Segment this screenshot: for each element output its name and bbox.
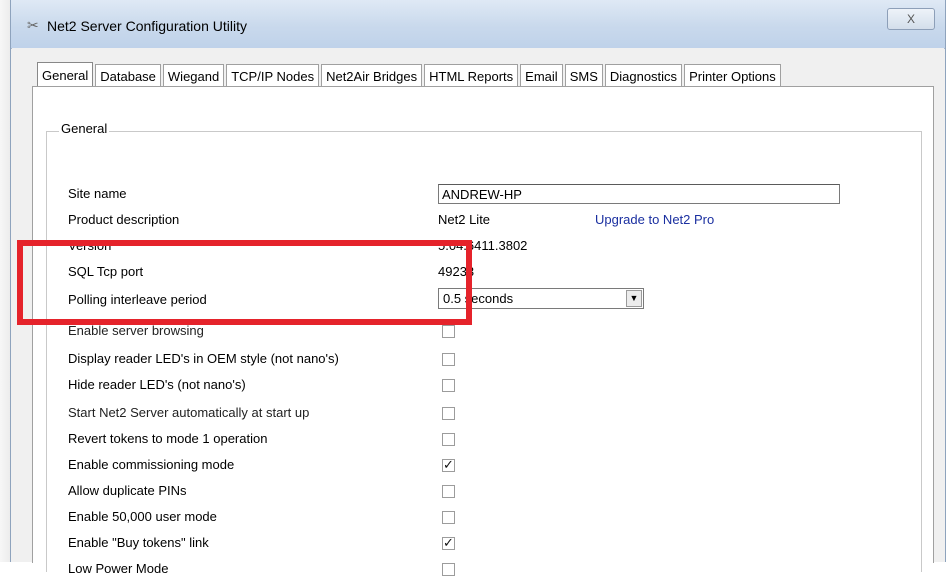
option-checkbox[interactable]	[442, 325, 455, 338]
close-button[interactable]: X	[887, 8, 935, 30]
tab-tcpip-nodes[interactable]: TCP/IP Nodes	[226, 64, 320, 87]
option-checkbox[interactable]	[442, 433, 455, 446]
red-highlight-box	[17, 240, 472, 325]
tab-html-reports[interactable]: HTML Reports	[424, 64, 519, 87]
option-checkbox[interactable]	[442, 407, 455, 420]
option-label: Enable 50,000 user mode	[68, 509, 217, 524]
upgrade-link[interactable]: Upgrade to Net2 Pro	[595, 212, 714, 227]
tab-general[interactable]: General	[37, 62, 94, 87]
option-checkbox[interactable]	[442, 353, 455, 366]
option-checkbox[interactable]	[442, 379, 455, 392]
option-label: Hide reader LED's (not nano's)	[68, 377, 246, 392]
tab-sms[interactable]: SMS	[564, 64, 603, 87]
site-name-label: Site name	[68, 186, 127, 201]
tab-net2air-bridges[interactable]: Net2Air Bridges	[321, 64, 423, 87]
option-label: Display reader LED's in OEM style (not n…	[68, 351, 339, 366]
tab-database[interactable]: Database	[95, 64, 161, 87]
option-checkbox[interactable]: ✓	[442, 537, 455, 550]
option-label: Start Net2 Server automatically at start…	[68, 405, 310, 420]
group-title: General	[59, 121, 110, 136]
tools-icon: ✂	[27, 17, 39, 33]
tab-diagnostics[interactable]: Diagnostics	[604, 64, 683, 87]
tab-wiegand[interactable]: Wiegand	[162, 64, 225, 87]
tab-printer-options[interactable]: Printer Options	[684, 64, 781, 87]
background-edge	[0, 0, 10, 562]
product-label: Product description	[68, 212, 180, 227]
close-icon: X	[906, 12, 915, 26]
site-name-input[interactable]: ANDREW-HP	[438, 184, 840, 204]
option-checkbox[interactable]	[442, 511, 455, 524]
option-checkbox[interactable]: ✓	[442, 459, 455, 472]
product-value: Net2 Lite	[438, 212, 491, 227]
option-label: Allow duplicate PINs	[68, 483, 187, 498]
option-label: Low Power Mode	[68, 561, 169, 576]
tab-strip: General Database Wiegand TCP/IP Nodes Ne…	[37, 62, 783, 87]
option-label: Revert tokens to mode 1 operation	[68, 431, 268, 446]
option-checkbox[interactable]	[442, 485, 455, 498]
option-label: Enable "Buy tokens" link	[68, 535, 209, 550]
chevron-down-icon[interactable]: ▼	[626, 290, 642, 307]
title-bar[interactable]: ✂ Net2 Server Configuration Utility X	[11, 0, 945, 49]
window-title: Net2 Server Configuration Utility	[47, 18, 247, 34]
option-label: Enable commissioning mode	[68, 457, 235, 472]
tab-email[interactable]: Email	[520, 64, 563, 87]
option-checkbox[interactable]	[442, 563, 455, 576]
option-label: Enable server browsing	[68, 323, 204, 338]
